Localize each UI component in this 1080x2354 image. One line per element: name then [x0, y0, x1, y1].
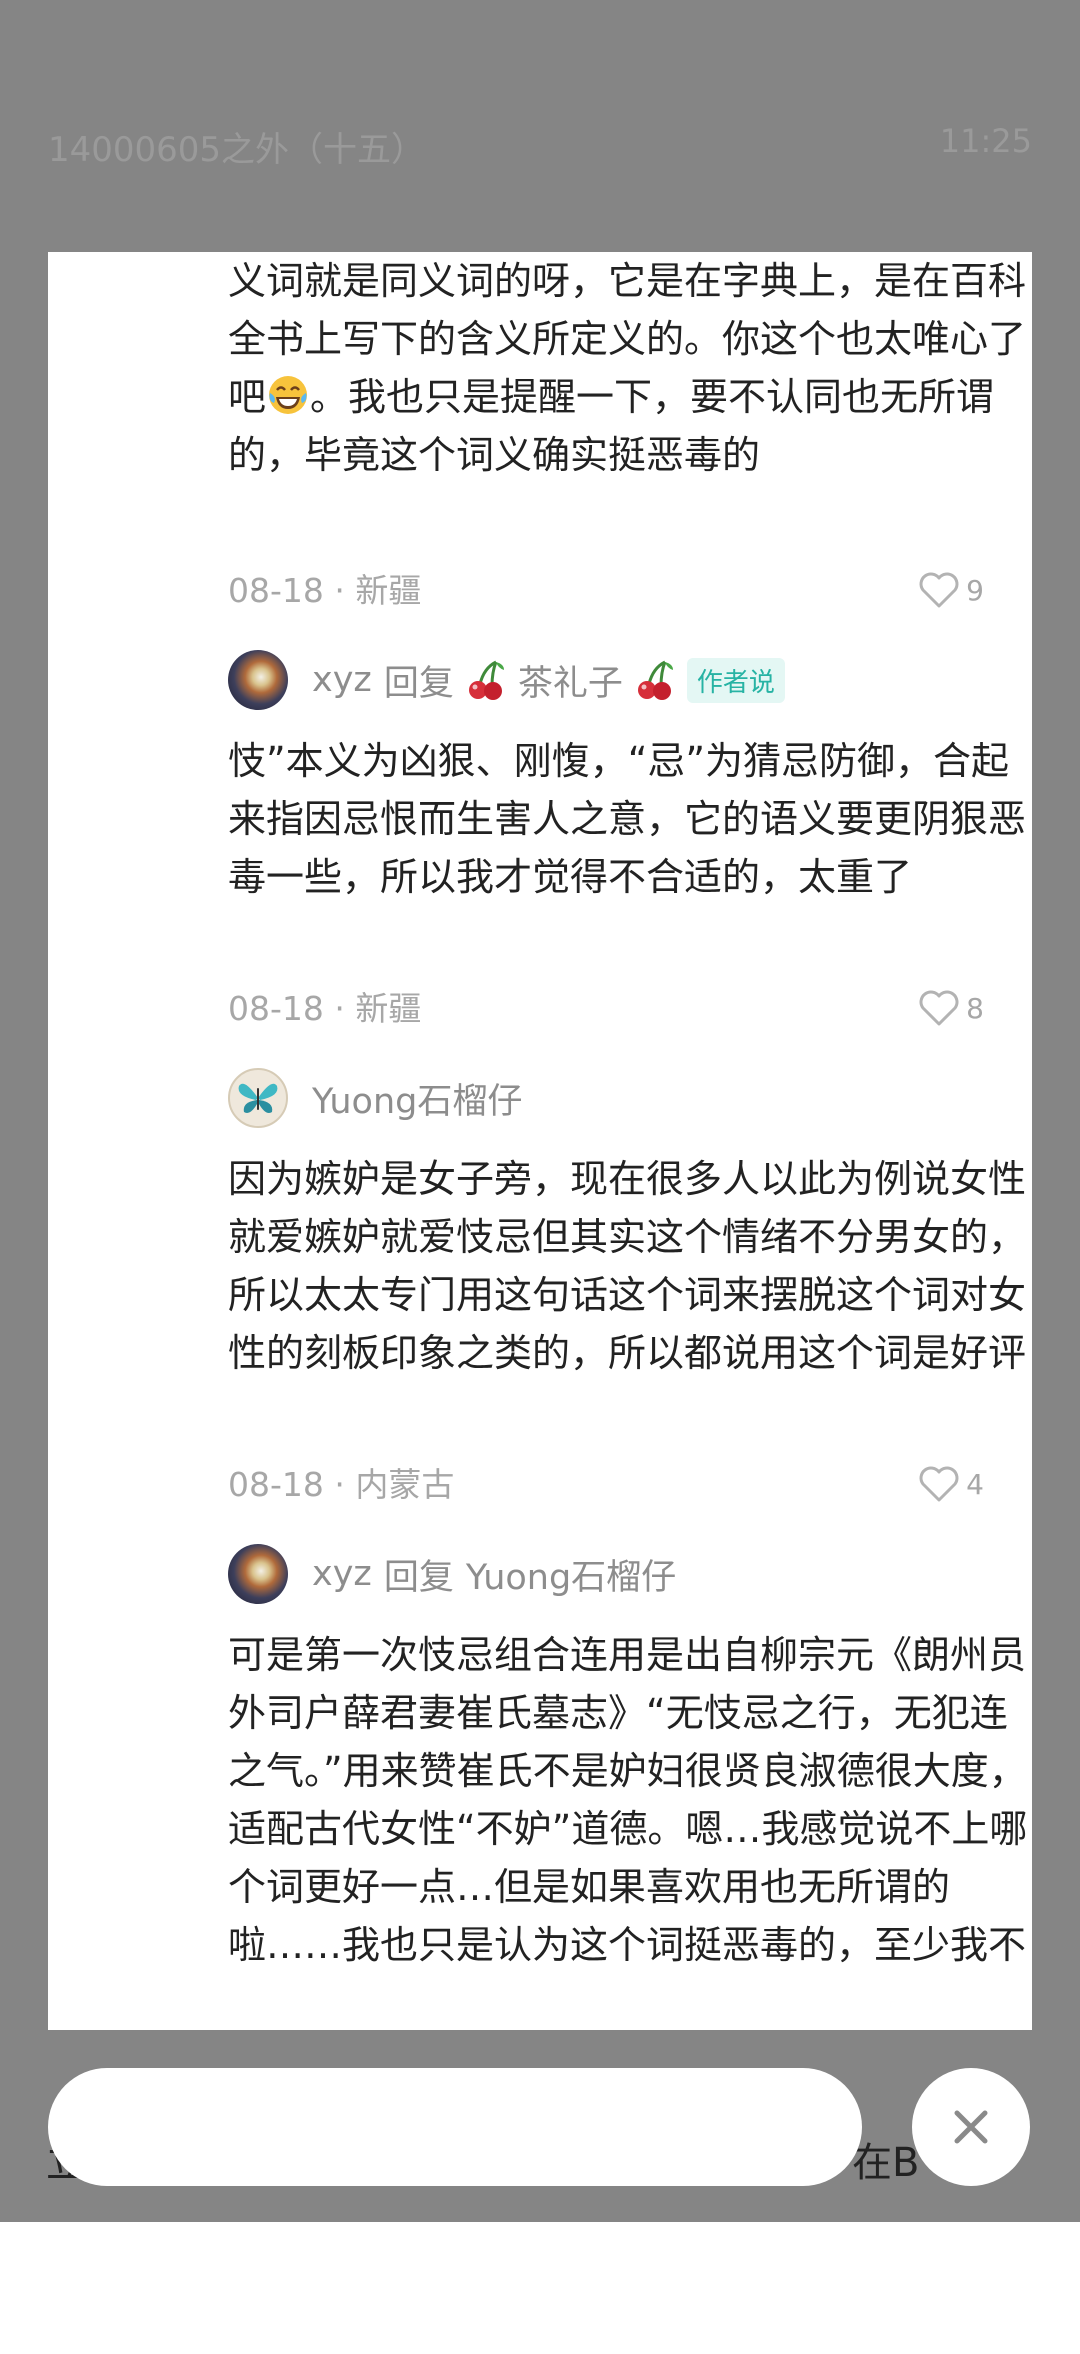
laughing-tears-emoji-icon	[269, 376, 308, 414]
heart-outline-icon	[919, 1466, 959, 1502]
reply-to-username[interactable]: 茶礼子	[518, 655, 623, 706]
close-icon	[954, 2110, 988, 2144]
comment-location: 新疆	[355, 571, 422, 610]
comment-meta: 08-18 · 新疆	[228, 564, 1032, 612]
heart-outline-icon	[919, 990, 959, 1026]
reply-word: 回复	[383, 1557, 454, 1598]
comment-location: 新疆	[355, 989, 422, 1028]
status-time: 11:25	[939, 122, 1032, 160]
user-avatar[interactable]	[228, 1544, 288, 1604]
reply-input[interactable]	[48, 2068, 862, 2186]
cherry-icon	[637, 660, 673, 700]
butterfly-icon	[238, 1083, 278, 1113]
user-avatar[interactable]	[228, 1068, 288, 1128]
reply-header: xyz 回复 Yuong石榴仔	[228, 1544, 676, 1604]
comment-sheet: 义词就是同义词的呀，它是在字典上，是在百科全书上写下的含义所定义的。你这个也太唯…	[48, 252, 1032, 2030]
comment-body: 可是第一次忮忌组合连用是出自柳宗元《朗州员外司户薛君妻崔氏墓志》“无忮忌之行，无…	[228, 1633, 1028, 1967]
reply-word: 回复	[383, 663, 454, 704]
comment-body-text-tail: 。我也只是提醒一下，要不认同也无所谓的，毕竟这个词义确实挺恶毒的	[228, 375, 995, 477]
username[interactable]: xyz	[312, 1554, 372, 1594]
comment-date: 08-18	[228, 1465, 324, 1504]
reply-input-pill[interactable]	[48, 2068, 862, 2186]
like-count: 9	[966, 573, 984, 607]
like-count: 8	[966, 991, 984, 1025]
username[interactable]: Yuong石榴仔	[312, 1073, 522, 1124]
comment-meta: 08-18 · 内蒙古	[228, 1458, 1032, 1506]
meta-separator: ·	[334, 1465, 345, 1504]
chapter-title: 14000605之外（十五）	[48, 130, 426, 170]
cherry-icon	[468, 660, 504, 700]
meta-separator: ·	[334, 989, 345, 1028]
like-button[interactable]: 9	[918, 568, 984, 612]
like-button[interactable]: 4	[918, 1462, 984, 1506]
comment-body: 忮”本义为凶狠、刚愎，“忌”为猜忌防御，合起来指因忌恨而生害人之意，它的语义要更…	[228, 739, 1027, 899]
comment-date: 08-18	[228, 571, 324, 610]
like-button[interactable]: 8	[918, 986, 984, 1030]
comment-header: Yuong石榴仔	[228, 1068, 522, 1128]
comment-meta: 08-18 · 新疆	[228, 982, 1032, 1030]
user-avatar[interactable]	[228, 650, 288, 710]
comment-date: 08-18	[228, 989, 324, 1028]
meta-separator: ·	[334, 571, 345, 610]
like-count: 4	[966, 1467, 984, 1501]
comment-body: 义词就是同义词的呀，它是在字典上，是在百科全书上写下的含义所定义的。你这个也太唯…	[228, 252, 1032, 484]
reader-text-peek-right: 在B	[852, 2140, 920, 2186]
username[interactable]: xyz	[312, 660, 372, 700]
comment-body: 因为嫉妒是女子旁，现在很多人以此为例说女性就爱嫉妒就爱忮忌但其实这个情绪不分男女…	[228, 1157, 1027, 1375]
author-badge: 作者说	[686, 657, 785, 703]
heart-outline-icon	[919, 572, 959, 608]
reply-to-username[interactable]: Yuong石榴仔	[466, 1549, 676, 1600]
reply-header: xyz 回复 茶礼子 作者说	[228, 650, 785, 710]
close-button[interactable]	[912, 2068, 1030, 2186]
comment-location: 内蒙古	[355, 1465, 455, 1504]
